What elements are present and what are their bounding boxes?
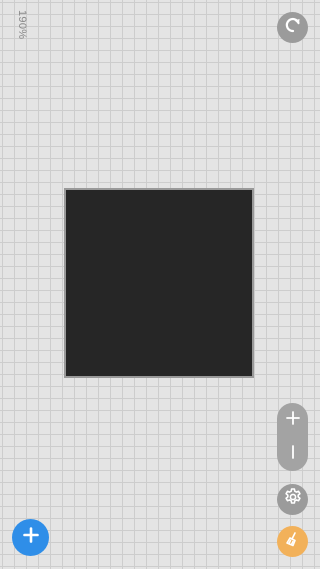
undo-button[interactable] [277,12,308,43]
drawing-canvas-square[interactable] [64,188,254,378]
plus-icon [22,527,39,548]
plus-icon [285,410,300,430]
clear-canvas-button[interactable] [277,526,308,557]
zoom-level-label: 190% [16,10,28,40]
minus-icon [286,444,300,464]
zoom-stepper [277,403,308,471]
undo-arrow-icon [284,16,302,39]
add-button[interactable] [12,519,49,556]
gear-icon [283,487,303,512]
settings-button[interactable] [277,484,308,515]
broom-icon [284,530,302,553]
zoom-in-button[interactable] [277,403,308,437]
zoom-out-button[interactable] [277,437,308,471]
